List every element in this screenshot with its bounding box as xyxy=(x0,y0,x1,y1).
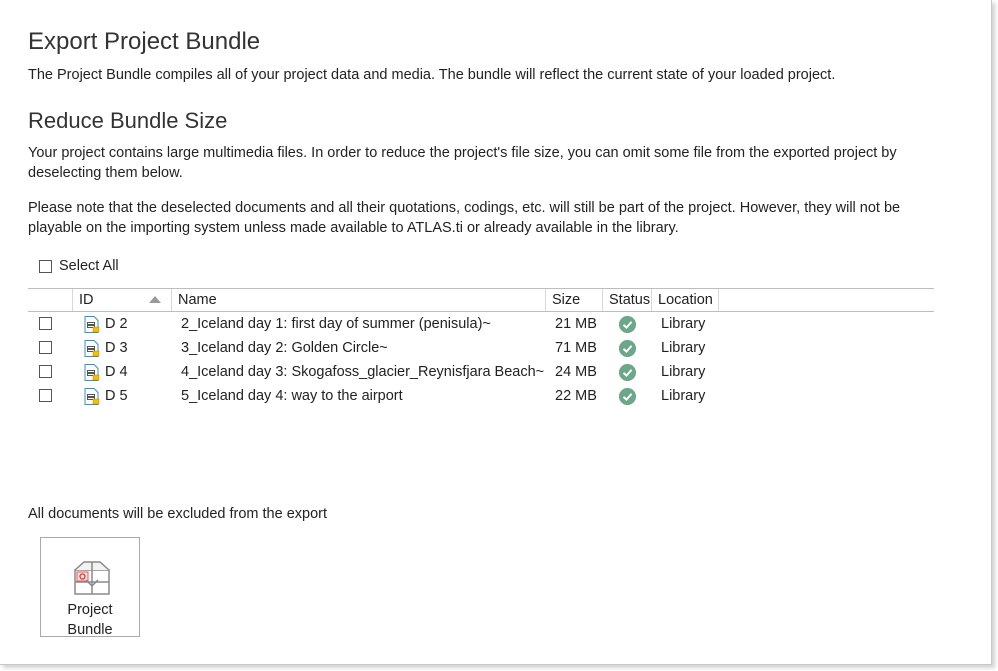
page-title: Export Project Bundle xyxy=(28,28,261,55)
row-location: Library xyxy=(661,340,706,356)
project-bundle-icon xyxy=(74,561,110,595)
row-id: D 3 xyxy=(105,340,128,356)
section-title: Reduce Bundle Size xyxy=(28,108,228,133)
row-id: D 4 xyxy=(105,364,128,380)
column-header-size[interactable]: Size xyxy=(545,289,602,311)
video-document-icon xyxy=(84,364,100,381)
table-row[interactable]: D 2 2_Iceland day 1: first day of summer… xyxy=(28,312,934,336)
intro-text: The Project Bundle compiles all of your … xyxy=(28,67,836,83)
table-header: ID Name Size Status Location xyxy=(28,288,934,312)
project-bundle-button[interactable]: Project Bundle xyxy=(40,537,140,638)
documents-table: ID Name Size Status Location D 2 2_Icela… xyxy=(28,288,934,408)
video-document-icon xyxy=(84,340,100,357)
row-checkbox[interactable] xyxy=(39,389,52,402)
row-size: 21 MB xyxy=(555,316,597,332)
row-name: 3_Iceland day 2: Golden Circle~ xyxy=(181,340,388,356)
check-circle-icon xyxy=(619,364,636,381)
select-all-checkbox[interactable] xyxy=(39,259,52,273)
row-checkbox[interactable] xyxy=(39,365,52,378)
row-name: 4_Iceland day 3: Skogafoss_glacier_Reyni… xyxy=(181,364,545,380)
video-document-icon xyxy=(84,388,100,405)
select-all-label: Select All xyxy=(59,258,119,274)
table-row[interactable]: D 5 5_Iceland day 4: way to the airport … xyxy=(28,384,934,408)
check-circle-icon xyxy=(619,340,636,357)
row-name: 2_Iceland day 1: first day of summer (pe… xyxy=(181,316,491,332)
row-checkbox[interactable] xyxy=(39,317,52,330)
row-id: D 5 xyxy=(105,388,128,404)
column-header-name[interactable]: Name xyxy=(171,289,548,311)
table-row[interactable]: D 3 3_Iceland day 2: Golden Circle~ 71 M… xyxy=(28,336,934,360)
export-dialog: Export Project Bundle The Project Bundle… xyxy=(0,0,992,665)
row-size: 22 MB xyxy=(555,388,597,404)
row-location: Library xyxy=(661,364,706,380)
row-name: 5_Iceland day 4: way to the airport xyxy=(181,388,403,404)
row-size: 71 MB xyxy=(555,340,597,356)
table-body: D 2 2_Iceland day 1: first day of summer… xyxy=(28,312,934,408)
check-circle-icon xyxy=(619,388,636,405)
row-location: Library xyxy=(661,388,706,404)
bundle-button-label: Project Bundle xyxy=(67,602,113,638)
table-row[interactable]: D 4 4_Iceland day 3: Skogafoss_glacier_R… xyxy=(28,360,934,384)
check-circle-icon xyxy=(619,316,636,333)
select-all[interactable]: Select All xyxy=(39,258,119,274)
reduce-paragraph-2: Please note that the deselected document… xyxy=(28,200,901,236)
exclusion-note: All documents will be excluded from the … xyxy=(28,506,328,522)
reduce-paragraph-1: Your project contains large multimedia f… xyxy=(28,145,897,181)
row-checkbox[interactable] xyxy=(39,341,52,354)
video-document-icon xyxy=(84,316,100,333)
row-location: Library xyxy=(661,316,706,332)
column-header-status[interactable]: Status xyxy=(602,289,650,311)
sort-ascending-icon xyxy=(149,296,161,303)
column-header-location[interactable]: Location xyxy=(651,289,719,311)
row-id: D 2 xyxy=(105,316,128,332)
row-size: 24 MB xyxy=(555,364,597,380)
